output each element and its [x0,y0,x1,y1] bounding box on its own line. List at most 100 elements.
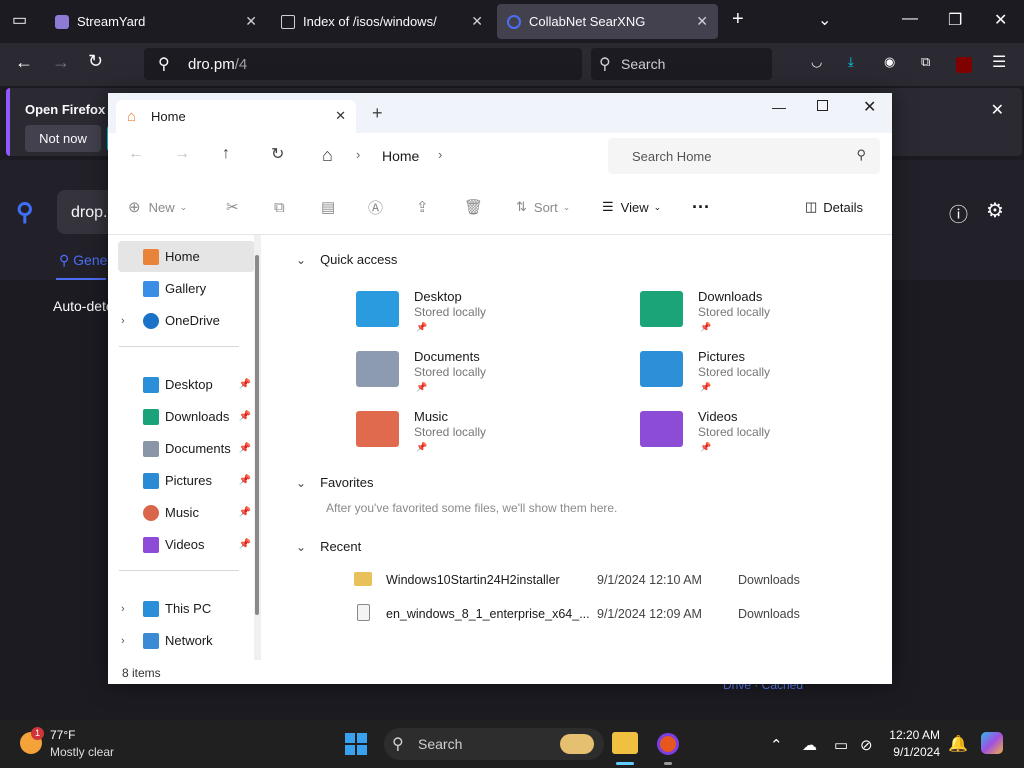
more-options-icon[interactable]: ··· [692,179,710,235]
explorer-tab-home[interactable]: ⌂ Home ✕ [116,100,356,133]
copilot-icon[interactable] [981,732,1003,754]
chevron-down-icon[interactable]: ⌄ [296,476,306,490]
cut-icon[interactable]: ✂ [226,179,239,235]
sidebar-item-videos[interactable]: Videos 📌 [118,529,255,560]
minimize-icon[interactable]: — [772,99,786,115]
details-button[interactable]: ◫ Details [805,179,863,235]
not-now-button[interactable]: Not now [25,125,101,152]
notification-bell-icon[interactable]: 🔔 [948,734,968,754]
chevron-down-icon[interactable]: ⌄ [818,10,831,30]
chevron-down-icon[interactable]: ⌄ [296,253,306,267]
up-arrow-icon[interactable]: ↑ [222,145,230,163]
table-row[interactable] [354,657,874,689]
quick-access-header[interactable]: ⌄ Quick access [296,252,397,267]
file-explorer-taskbar-icon[interactable] [612,732,638,754]
chevron-right-icon[interactable]: › [121,635,125,647]
sidebar-item-gallery[interactable]: Gallery [118,273,255,304]
close-tab-icon[interactable]: ✕ [245,13,257,30]
maximize-icon[interactable] [817,100,828,111]
sidebar-item-desktop[interactable]: Desktop 📌 [118,369,255,400]
tab-list-icon[interactable]: ▭ [12,10,27,30]
close-icon[interactable]: ✕ [991,100,1004,120]
quick-access-documents[interactable]: Documents Stored locally 📌 [356,349,616,405]
weather-desc[interactable]: Mostly clear [50,745,114,759]
taskbar-search[interactable]: ⚲ Search [384,728,604,760]
ublock-icon[interactable] [956,57,972,73]
close-tab-icon[interactable]: ✕ [696,13,708,30]
quick-access-videos[interactable]: Videos Stored locally 📌 [640,409,900,465]
sidebar-item-music[interactable]: Music 📌 [118,497,255,528]
chevron-right-icon[interactable]: › [121,603,125,615]
quick-access-downloads[interactable]: Downloads Stored locally 📌 [640,289,900,345]
tab-collabnet-searxng[interactable]: CollabNet SearXNG ✕ [497,4,718,39]
rename-icon[interactable]: Ⓐ [368,179,383,235]
sidebar-item-pictures[interactable]: Pictures 📌 [118,465,255,496]
scrollbar-thumb[interactable] [255,255,259,615]
minimize-icon[interactable]: — [902,10,918,28]
reload-icon[interactable]: ↻ [88,51,103,72]
new-tab-icon[interactable]: + [372,103,383,124]
sidebar-item-network[interactable]: › Network [118,625,255,656]
chevron-right-icon[interactable]: › [121,315,125,327]
explorer-search-input[interactable]: Search Home ⚲ [608,138,880,174]
restore-icon[interactable]: ❐ [948,10,962,30]
copy-icon[interactable]: ⧉ [274,179,285,235]
close-tab-icon[interactable]: ✕ [335,108,346,124]
recent-header[interactable]: ⌄ Recent [296,539,361,554]
searx-search-icon[interactable]: ⚲ [16,198,34,227]
sidebar-item-onedrive[interactable]: › OneDrive [118,305,255,336]
menu-icon[interactable]: ☰ [992,52,1006,72]
weather-temp[interactable]: 77°F [50,728,75,742]
network-tray-icon[interactable]: ⊘ [860,736,873,754]
onedrive-tray-icon[interactable]: ☁ [802,736,817,754]
delete-icon[interactable]: 🗑 [464,179,483,235]
quick-access-desktop[interactable]: Desktop Stored locally 📌 [356,289,616,345]
clock-date[interactable]: 9/1/2024 [888,745,940,759]
close-window-icon[interactable]: ✕ [994,10,1007,30]
sidebar-item-this-pc[interactable]: › This PC [118,593,255,624]
chevron-right-icon[interactable]: › [438,147,442,162]
refresh-icon[interactable]: ↻ [271,144,284,164]
start-icon[interactable] [345,733,367,755]
share-icon[interactable]: ⇪ [416,179,429,235]
tab-streamyard[interactable]: StreamYard ✕ [45,4,267,39]
back-icon[interactable]: ← [15,52,33,73]
close-tab-icon[interactable]: ✕ [471,13,483,30]
new-button[interactable]: ⊕ New ⌄ [128,179,187,235]
tab-index-isos[interactable]: Index of /isos/windows/ ✕ [271,4,493,39]
chevron-down-icon[interactable]: ⌄ [296,540,306,554]
sidebar-item-downloads[interactable]: Downloads 📌 [118,401,255,432]
display-icon[interactable]: ▭ [834,736,848,754]
auto-detect-label[interactable]: Auto-dete [53,298,114,314]
sidebar-item-documents[interactable]: Documents 📌 [118,433,255,464]
sidebar-scrollbar[interactable] [254,235,261,660]
paste-icon[interactable]: ▤ [321,179,335,235]
forward-arrow-icon[interactable]: → [174,145,190,163]
new-tab-icon[interactable]: + [732,8,744,31]
back-arrow-icon[interactable]: ← [128,145,144,163]
search-bar[interactable]: ⚲ Search [591,48,772,80]
account-icon[interactable]: ◉ [884,54,895,70]
firefox-taskbar-icon[interactable] [657,733,679,755]
recent-item[interactable]: Windows10Startin24H2installer 9/1/2024 1… [354,570,874,596]
sort-button[interactable]: ⇅ Sort ⌄ [516,179,570,235]
quick-access-pictures[interactable]: Pictures Stored locally 📌 [640,349,900,405]
forward-icon[interactable]: → [52,52,70,73]
breadcrumb-home[interactable]: Home [382,148,419,164]
download-icon[interactable]: ⤓ [848,54,854,70]
info-icon[interactable]: ⓘ [949,200,968,227]
tab-general[interactable]: ⚲ Gene [59,252,107,269]
settings-gear-icon[interactable]: ⚙ [986,198,1004,223]
chevron-up-icon[interactable]: ⌃ [770,736,783,754]
close-window-icon[interactable]: ✕ [863,97,876,117]
favorites-header[interactable]: ⌄ Favorites [296,475,374,490]
view-button[interactable]: ☰ View ⌄ [602,179,661,235]
quick-access-music[interactable]: Music Stored locally 📌 [356,409,616,465]
url-bar[interactable]: ⚲ dro.pm/4 [144,48,582,80]
pocket-icon[interactable]: ◡ [811,54,822,70]
clock-time[interactable]: 12:20 AM [888,728,940,742]
recent-item[interactable]: en_windows_8_1_enterprise_x64_... 9/1/20… [354,604,874,630]
sidebar-item-home[interactable]: Home [118,241,255,272]
address-bar[interactable]: ⌂ › Home › [314,138,604,174]
extensions-icon[interactable]: ⧉ [921,54,930,70]
